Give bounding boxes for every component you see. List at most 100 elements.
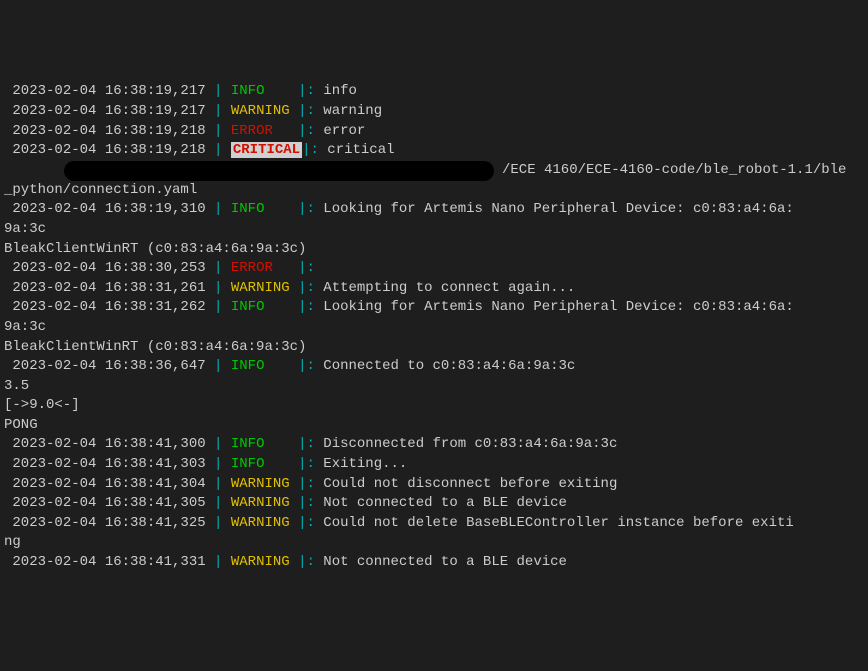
log-continuation: PONG xyxy=(4,416,864,436)
log-level: INFO xyxy=(231,201,265,217)
log-level: INFO xyxy=(231,456,265,472)
separator: | xyxy=(206,201,231,217)
separator: |: xyxy=(298,358,323,374)
separator: |: xyxy=(298,260,323,276)
log-message: Could not disconnect before exiting xyxy=(323,476,617,492)
log-message: warning xyxy=(323,103,382,119)
log-line: 2023-02-04 16:38:41,331 | WARNING |: Not… xyxy=(4,553,864,573)
log-line: 2023-02-04 16:38:31,261 | WARNING |: Att… xyxy=(4,279,864,299)
log-level: WARNING xyxy=(231,280,290,296)
log-message: Attempting to connect again... xyxy=(323,280,575,296)
log-message: Disconnected from c0:83:a4:6a:9a:3c xyxy=(323,436,617,452)
log-line: 2023-02-04 16:38:30,253 | ERROR |: xyxy=(4,259,864,279)
log-level: INFO xyxy=(231,358,265,374)
timestamp: 2023-02-04 16:38:41,303 xyxy=(4,456,206,472)
timestamp: 2023-02-04 16:38:19,310 xyxy=(4,201,206,217)
timestamp: 2023-02-04 16:38:41,304 xyxy=(4,476,206,492)
log-line: 2023-02-04 16:38:19,310 | INFO |: Lookin… xyxy=(4,200,864,220)
level-padding xyxy=(290,476,298,492)
timestamp: 2023-02-04 16:38:30,253 xyxy=(4,260,206,276)
separator: |: xyxy=(302,142,327,158)
terminal-output: 2023-02-04 16:38:19,217 | INFO |: info 2… xyxy=(4,82,864,572)
timestamp: 2023-02-04 16:38:31,262 xyxy=(4,299,206,315)
level-padding xyxy=(273,123,298,139)
log-continuation: [->9.0<-] xyxy=(4,396,864,416)
separator: | xyxy=(206,554,231,570)
separator: |: xyxy=(298,280,323,296)
path-fragment: /ECE 4160/ECE-4160-code/ble_robot-1.1/bl… xyxy=(502,161,846,181)
log-line: 2023-02-04 16:38:41,304 | WARNING |: Cou… xyxy=(4,475,864,495)
level-padding xyxy=(290,103,298,119)
log-line: 2023-02-04 16:38:36,647 | INFO |: Connec… xyxy=(4,357,864,377)
log-line: 2023-02-04 16:38:19,218 | CRITICAL|: cri… xyxy=(4,141,864,161)
log-continuation: _python/connection.yaml xyxy=(4,181,864,201)
log-level: WARNING xyxy=(231,554,290,570)
log-line: 2023-02-04 16:38:41,300 | INFO |: Discon… xyxy=(4,435,864,455)
level-padding xyxy=(290,495,298,511)
log-continuation: 3.5 xyxy=(4,377,864,397)
level-padding xyxy=(264,436,298,452)
separator: |: xyxy=(298,103,323,119)
level-padding xyxy=(264,456,298,472)
timestamp: 2023-02-04 16:38:19,217 xyxy=(4,103,206,119)
level-padding xyxy=(290,515,298,531)
timestamp: 2023-02-04 16:38:31,261 xyxy=(4,280,206,296)
log-level: INFO xyxy=(231,83,265,99)
separator: | xyxy=(206,436,231,452)
timestamp: 2023-02-04 16:38:19,218 xyxy=(4,123,206,139)
redacted-line: /ECE 4160/ECE-4160-code/ble_robot-1.1/bl… xyxy=(4,161,864,181)
separator: | xyxy=(206,299,231,315)
timestamp: 2023-02-04 16:38:19,217 xyxy=(4,83,206,99)
timestamp: 2023-02-04 16:38:36,647 xyxy=(4,358,206,374)
level-padding xyxy=(290,280,298,296)
log-message: Not connected to a BLE device xyxy=(323,554,567,570)
log-line: 2023-02-04 16:38:19,217 | WARNING |: war… xyxy=(4,102,864,122)
log-level: ERROR xyxy=(231,123,273,139)
log-message: Exiting... xyxy=(323,456,407,472)
separator: | xyxy=(206,358,231,374)
separator: |: xyxy=(298,436,323,452)
level-padding xyxy=(273,260,298,276)
log-line: 2023-02-04 16:38:41,325 | WARNING |: Cou… xyxy=(4,514,864,534)
separator: |: xyxy=(298,554,323,570)
log-level: WARNING xyxy=(231,103,290,119)
separator: | xyxy=(206,456,231,472)
separator: | xyxy=(206,260,231,276)
separator: |: xyxy=(298,83,323,99)
log-level: WARNING xyxy=(231,495,290,511)
log-line: 2023-02-04 16:38:31,262 | INFO |: Lookin… xyxy=(4,298,864,318)
separator: | xyxy=(206,495,231,511)
log-message: Looking for Artemis Nano Peripheral Devi… xyxy=(323,299,793,315)
separator: | xyxy=(206,476,231,492)
level-padding xyxy=(290,554,298,570)
timestamp: 2023-02-04 16:38:41,305 xyxy=(4,495,206,511)
log-level: WARNING xyxy=(231,476,290,492)
log-message: critical xyxy=(327,142,394,158)
log-continuation: BleakClientWinRT (c0:83:a4:6a:9a:3c) xyxy=(4,240,864,260)
log-message: error xyxy=(323,123,365,139)
level-padding xyxy=(264,201,298,217)
separator: |: xyxy=(298,515,323,531)
separator: |: xyxy=(298,456,323,472)
log-line: 2023-02-04 16:38:19,217 | INFO |: info xyxy=(4,82,864,102)
separator: |: xyxy=(298,123,323,139)
log-line: 2023-02-04 16:38:41,305 | WARNING |: Not… xyxy=(4,494,864,514)
timestamp: 2023-02-04 16:38:41,331 xyxy=(4,554,206,570)
level-padding xyxy=(264,83,298,99)
separator: | xyxy=(206,123,231,139)
log-level: INFO xyxy=(231,299,265,315)
timestamp: 2023-02-04 16:38:41,300 xyxy=(4,436,206,452)
separator: |: xyxy=(298,476,323,492)
log-continuation: BleakClientWinRT (c0:83:a4:6a:9a:3c) xyxy=(4,338,864,358)
timestamp: 2023-02-04 16:38:41,325 xyxy=(4,515,206,531)
log-line: 2023-02-04 16:38:19,218 | ERROR |: error xyxy=(4,122,864,142)
separator: |: xyxy=(298,299,323,315)
log-continuation: 9a:3c xyxy=(4,220,864,240)
separator: | xyxy=(206,515,231,531)
log-message: Connected to c0:83:a4:6a:9a:3c xyxy=(323,358,575,374)
log-continuation: 9a:3c xyxy=(4,318,864,338)
log-message: Looking for Artemis Nano Peripheral Devi… xyxy=(323,201,793,217)
separator: | xyxy=(206,103,231,119)
log-level: WARNING xyxy=(231,515,290,531)
log-message: Could not delete BaseBLEController insta… xyxy=(323,515,793,531)
